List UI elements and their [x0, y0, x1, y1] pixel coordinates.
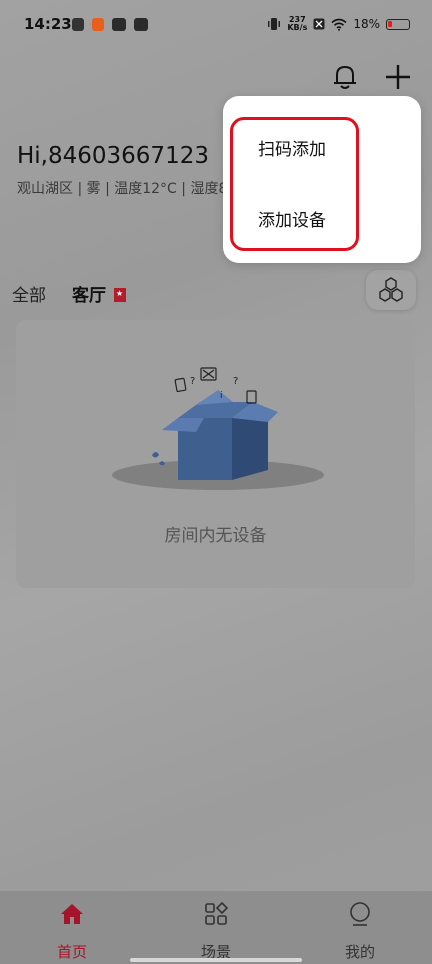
bottom-nav: 首页 场景 我的: [0, 891, 432, 964]
home-indicator: [130, 958, 302, 962]
empty-box-illustration: ? ? i: [112, 367, 324, 490]
room-manage-button[interactable]: [366, 270, 416, 310]
app-screen: 14:23 237 KB/s 18% Hi,84603667123 观山湖区 |…: [0, 0, 432, 964]
sim-icon: [72, 18, 84, 31]
room-tabs: 全部 客厅: [12, 281, 126, 306]
svg-text:?: ?: [233, 376, 238, 387]
battery-percent: 18%: [353, 17, 380, 31]
hexagons-icon: [379, 277, 403, 302]
wifi-icon: [331, 18, 347, 31]
speed-unit: KB/s: [287, 23, 308, 32]
room-badge-icon: [114, 287, 126, 302]
add-icon[interactable]: [384, 63, 412, 91]
scene-grid-icon: [205, 901, 229, 925]
room-device-card: ? ? i 房间内无设备: [16, 320, 415, 588]
svg-text:i: i: [220, 391, 223, 401]
nav-mine-label: 我的: [344, 943, 375, 961]
battery-icon: [386, 18, 410, 30]
notification-icons: [72, 18, 148, 31]
nav-scene[interactable]: 场景: [176, 901, 256, 962]
bell-icon[interactable]: [331, 62, 359, 92]
tab-all[interactable]: 全部: [12, 281, 46, 306]
nav-mine[interactable]: 我的: [320, 901, 400, 962]
nav-home[interactable]: 首页: [32, 901, 112, 962]
network-speed: 237 KB/s: [287, 16, 307, 32]
weather-info: 观山湖区 | 雾 | 温度12°C | 湿度8: [17, 181, 228, 197]
user-icon: [350, 902, 370, 926]
home-icon: [61, 904, 83, 924]
greeting-title: Hi,84603667123: [17, 143, 209, 169]
nfc-icon: [313, 18, 325, 30]
vibrate-icon: [268, 18, 281, 30]
highlight-annotation: [230, 117, 359, 251]
app-notification-icon: [92, 18, 104, 31]
tab-living-room[interactable]: 客厅: [72, 281, 106, 306]
empty-room-text: 房间内无设备: [164, 526, 267, 546]
status-bar: 14:23 237 KB/s 18%: [0, 0, 432, 52]
status-right: 237 KB/s 18%: [267, 16, 410, 32]
link-icon: [112, 18, 126, 31]
svg-text:?: ?: [190, 376, 195, 387]
nav-home-label: 首页: [56, 943, 87, 961]
status-time: 14:23: [24, 15, 72, 33]
message-icon: [134, 18, 148, 31]
